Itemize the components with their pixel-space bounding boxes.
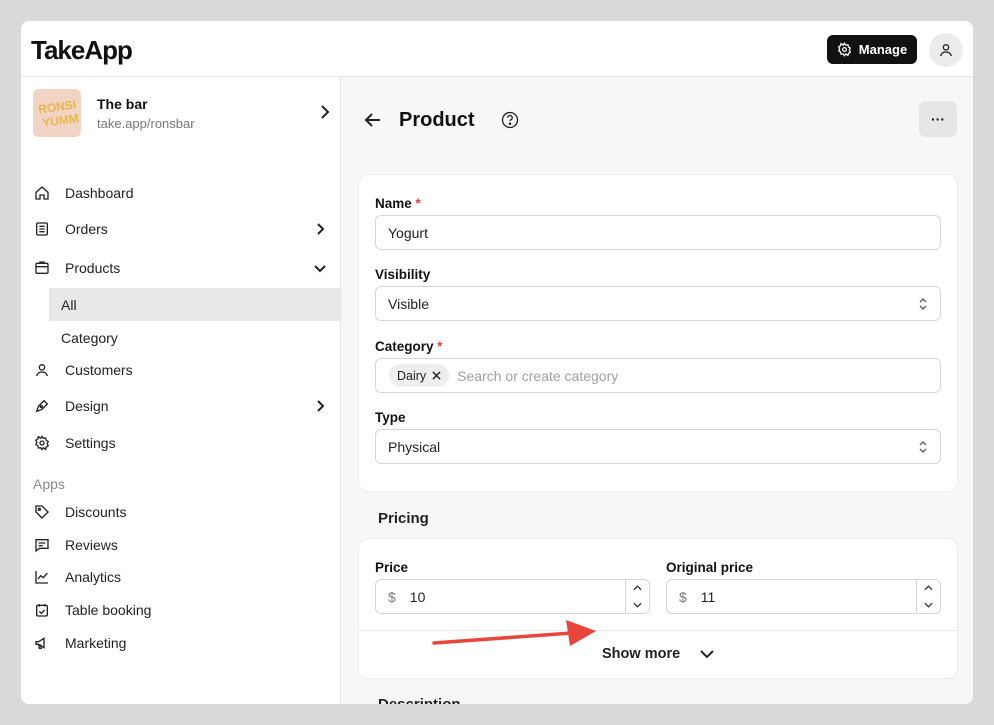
annotation-arrow-icon [432,620,596,646]
show-more-button[interactable]: Show more [602,646,714,662]
currency-symbol: $ [388,588,396,605]
chevron-down-icon[interactable] [924,602,933,608]
visibility-label: Visibility [375,267,431,282]
category-input[interactable]: Dairy Search or create category [375,358,941,393]
app-window: TakeApp Manage RONSI YUMM The bar take.a… [21,21,973,704]
price-stepper[interactable] [625,580,649,613]
home-icon [35,186,49,200]
chevron-up-icon[interactable] [924,585,933,591]
chevron-down-icon[interactable] [633,602,642,608]
help-icon[interactable] [501,111,519,129]
store-url: take.app/ronsbar [97,116,195,131]
type-value: Physical [388,438,441,455]
sidebar: RONSI YUMM The bar take.app/ronsbar Dash… [21,77,341,704]
sidebar-item-table-booking[interactable]: Table booking [33,595,341,625]
sidebar-item-label: Products [65,260,121,276]
calendar-icon [36,604,48,617]
user-icon [36,364,48,377]
chip-label: Dairy [397,368,427,383]
chevron-down-icon [314,265,326,273]
name-input[interactable]: Yogurt [375,215,941,250]
original-price-label: Original price [666,560,754,575]
user-icon [940,44,952,57]
currency-symbol: $ [679,588,687,605]
sidebar-item-label: Reviews [65,537,118,553]
sidebar-item-customers[interactable]: Customers [33,355,341,385]
apps-section-label: Apps [33,476,65,492]
back-arrow-icon[interactable] [363,110,383,130]
sidebar-item-marketing[interactable]: Marketing [33,628,341,658]
store-name: The bar [97,96,148,112]
store-logo: RONSI YUMM [33,89,81,137]
sidebar-item-dashboard[interactable]: Dashboard [33,178,341,208]
visibility-select[interactable]: Visible [375,286,941,321]
original-price-value: 11 [700,588,716,605]
sidebar-item-label: Customers [65,362,133,378]
manage-label: Manage [858,42,908,57]
main-content: Product ··· Name * Yogurt Visibility Vis… [341,77,973,704]
sidebar-item-label: Marketing [65,635,127,651]
tag-icon [35,505,49,519]
store-switcher[interactable]: RONSI YUMM The bar take.app/ronsbar [33,89,333,139]
more-options-button[interactable]: ··· [919,101,957,137]
app-logo[interactable]: TakeApp [31,35,133,66]
close-icon[interactable] [432,371,441,380]
product-details-card: Name * Yogurt Visibility Visible Categor… [358,174,958,492]
price-input[interactable]: $ 10 [375,579,650,614]
chevron-up-icon[interactable] [633,585,642,591]
price-label: Price [375,560,409,575]
chevron-down-icon [700,649,714,658]
page-title: Product [399,109,475,131]
select-arrows-icon [919,440,927,454]
sidebar-item-label: Orders [65,221,108,237]
sidebar-item-design[interactable]: Design [33,391,341,421]
chevron-right-icon [317,400,325,412]
chevron-right-icon [321,105,330,119]
sidebar-item-discounts[interactable]: Discounts [33,497,341,527]
sidebar-subitem-category[interactable]: Category [49,321,341,354]
original-price-input[interactable]: $ 11 [666,579,941,614]
pricing-title: Pricing [378,510,429,527]
review-icon [35,539,49,553]
pen-icon [35,399,49,413]
sidebar-item-label: Design [65,398,109,414]
description-title: Description [378,696,461,704]
sidebar-item-settings[interactable]: Settings [33,428,341,458]
manage-button[interactable]: Manage [827,35,917,64]
sidebar-item-products[interactable]: Products [33,253,341,283]
price-value: 10 [409,588,426,605]
sidebar-subitem-all[interactable]: All [49,288,341,321]
products-icon [35,261,49,274]
category-chip: Dairy [389,364,450,387]
sidebar-item-orders[interactable]: Orders [33,214,341,244]
megaphone-icon [35,637,45,649]
category-label: Category * [375,339,443,354]
sidebar-item-label: Table booking [65,602,152,618]
sidebar-item-label: Dashboard [65,185,134,201]
original-price-stepper[interactable] [916,580,940,613]
name-label: Name * [375,196,421,211]
category-placeholder: Search or create category [457,367,619,384]
select-arrows-icon [919,297,927,311]
gear-icon [34,435,50,451]
type-label: Type [375,410,406,425]
orders-icon [36,222,48,236]
show-more-label: Show more [602,646,681,662]
sidebar-item-analytics[interactable]: Analytics [33,562,341,592]
sidebar-item-label: Discounts [65,504,127,520]
sidebar-item-label: Analytics [65,569,122,585]
account-button[interactable] [929,33,963,67]
sidebar-item-label: Settings [65,435,116,451]
sidebar-item-reviews[interactable]: Reviews [33,530,341,560]
gear-icon [837,42,851,57]
top-bar: TakeApp Manage [21,21,973,77]
type-select[interactable]: Physical [375,429,941,464]
chevron-right-icon [317,223,325,235]
chart-icon [35,571,48,584]
pricing-card: Price $ 10 Original price $ 11 Show more [358,538,958,679]
visibility-value: Visible [388,295,429,312]
